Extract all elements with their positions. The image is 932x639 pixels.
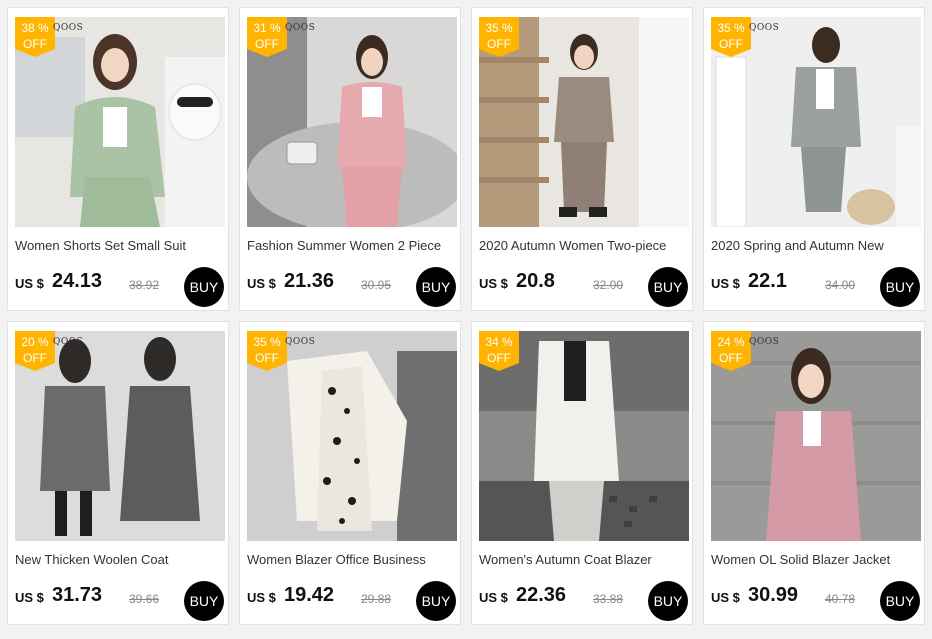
discount-percent: 24 %: [717, 335, 745, 349]
product-price: 20.8: [516, 270, 555, 292]
product-title[interactable]: Women OL Solid Blazer Jacket: [711, 550, 921, 569]
product-title[interactable]: 2020 Autumn Women Two-piece: [479, 236, 689, 255]
product-card[interactable]: 20 % OFF QOOS New Thicken Woolen Coat US…: [7, 321, 229, 625]
original-price: 29.88: [361, 592, 392, 606]
brand-watermark: QOOS: [749, 23, 780, 33]
discount-off-label: OFF: [487, 37, 511, 51]
product-card[interactable]: 31 % OFF QOOS Fashion Summer Women 2 Pie…: [239, 7, 461, 311]
discount-badge: 35 % OFF: [711, 17, 751, 57]
product-title[interactable]: Women's Autumn Coat Blazer: [479, 550, 689, 569]
discount-off-label: OFF: [719, 351, 743, 365]
product-title[interactable]: New Thicken Woolen Coat: [15, 550, 225, 569]
discount-badge: 20 % OFF: [15, 331, 55, 371]
buy-button[interactable]: BUY: [880, 267, 920, 307]
buy-button[interactable]: BUY: [184, 581, 224, 621]
discount-badge: 38 % OFF: [15, 17, 55, 57]
discount-off-label: OFF: [719, 37, 743, 51]
product-price: 31.73: [52, 584, 103, 606]
discount-badge: 31 % OFF: [247, 17, 287, 57]
currency-label: US $: [479, 276, 508, 291]
product-price: 22.1: [748, 270, 787, 292]
discount-off-label: OFF: [255, 37, 279, 51]
currency-label: US $: [247, 276, 276, 291]
original-price: 40.78: [825, 592, 856, 606]
discount-percent: 35 %: [253, 335, 281, 349]
product-image[interactable]: 35 % OFF: [479, 17, 689, 227]
product-price: 30.99: [748, 584, 799, 606]
brand-watermark: QOOS: [749, 337, 780, 347]
original-price: 32.00: [593, 278, 624, 292]
brand-watermark: QOOS: [285, 337, 316, 347]
product-image[interactable]: 34 % OFF: [479, 331, 689, 541]
product-card[interactable]: 35 % OFF 2020 Autumn Women Two-piece US …: [471, 7, 693, 311]
product-image[interactable]: 20 % OFF QOOS: [15, 331, 225, 541]
product-title[interactable]: Fashion Summer Women 2 Piece: [247, 236, 457, 255]
currency-label: US $: [711, 590, 740, 605]
currency-label: US $: [247, 590, 276, 605]
currency-label: US $: [711, 276, 740, 291]
currency-label: US $: [15, 590, 44, 605]
product-card[interactable]: 38 % OFF QOOS Women Shorts Set Small Sui…: [7, 7, 229, 311]
product-card[interactable]: 34 % OFF Women's Autumn Coat Blazer US $…: [471, 321, 693, 625]
brand-watermark: QOOS: [285, 23, 316, 33]
product-card[interactable]: 35 % OFF QOOS Women Blazer Office Busine…: [239, 321, 461, 625]
product-title[interactable]: Women Blazer Office Business: [247, 550, 457, 569]
product-image[interactable]: 38 % OFF QOOS: [15, 17, 225, 227]
discount-off-label: OFF: [23, 37, 47, 51]
original-price: 38.92: [129, 278, 160, 292]
brand-watermark: QOOS: [53, 23, 84, 33]
product-price: 21.36: [284, 270, 335, 292]
product-image[interactable]: 24 % OFF QOOS: [711, 331, 921, 541]
original-price: 33.88: [593, 592, 624, 606]
buy-button[interactable]: BUY: [880, 581, 920, 621]
buy-button[interactable]: BUY: [648, 581, 688, 621]
original-price: 39.66: [129, 592, 160, 606]
discount-off-label: OFF: [487, 351, 511, 365]
buy-button[interactable]: BUY: [184, 267, 224, 307]
product-card[interactable]: 24 % OFF QOOS Women OL Solid Blazer Jack…: [703, 321, 925, 625]
product-price: 19.42: [284, 584, 335, 606]
product-image[interactable]: 35 % OFF QOOS: [711, 17, 921, 227]
original-price: 34.00: [825, 278, 856, 292]
discount-percent: 35 %: [717, 21, 745, 35]
product-title[interactable]: 2020 Spring and Autumn New: [711, 236, 921, 255]
discount-badge: 35 % OFF: [479, 17, 519, 57]
product-card[interactable]: 35 % OFF QOOS 2020 Spring and Autumn New…: [703, 7, 925, 311]
buy-button[interactable]: BUY: [416, 581, 456, 621]
product-image[interactable]: 35 % OFF QOOS: [247, 331, 457, 541]
discount-badge: 34 % OFF: [479, 331, 519, 371]
original-price: 30.95: [361, 278, 392, 292]
product-price: 22.36: [516, 584, 567, 606]
currency-label: US $: [15, 276, 44, 291]
product-image[interactable]: 31 % OFF QOOS: [247, 17, 457, 227]
discount-percent: 35 %: [485, 21, 513, 35]
discount-badge: 35 % OFF: [247, 331, 287, 371]
buy-button[interactable]: BUY: [416, 267, 456, 307]
buy-button[interactable]: BUY: [648, 267, 688, 307]
product-grid: 38 % OFF QOOS Women Shorts Set Small Sui…: [0, 0, 932, 639]
discount-badge: 24 % OFF: [711, 331, 751, 371]
product-price: 24.13: [52, 270, 103, 292]
discount-percent: 31 %: [253, 21, 281, 35]
brand-watermark: QOOS: [53, 337, 84, 347]
discount-percent: 20 %: [21, 335, 49, 349]
discount-percent: 38 %: [21, 21, 49, 35]
currency-label: US $: [479, 590, 508, 605]
discount-percent: 34 %: [485, 335, 513, 349]
product-title[interactable]: Women Shorts Set Small Suit: [15, 236, 225, 255]
discount-off-label: OFF: [23, 351, 47, 365]
discount-off-label: OFF: [255, 351, 279, 365]
